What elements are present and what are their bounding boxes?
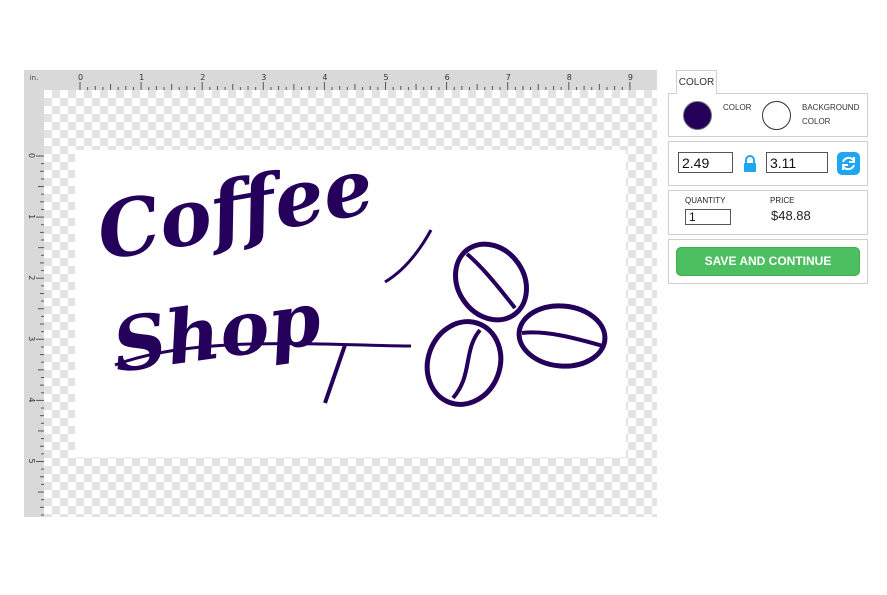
ruler-label: 5: [384, 73, 389, 82]
coffee-bean-icon: [516, 303, 608, 369]
ruler-label: 4: [322, 73, 327, 82]
ruler-label: 1: [139, 73, 144, 82]
ruler-label: 9: [628, 73, 633, 82]
vertical-ruler: 0 1 2 3 4 5: [24, 90, 44, 517]
coffee-swash: [384, 229, 433, 284]
refresh-icon: [842, 156, 855, 171]
background-color-swatch[interactable]: [762, 101, 791, 130]
save-and-continue-button[interactable]: SAVE AND CONTINUE: [676, 247, 860, 276]
ruler-label: 1: [27, 214, 36, 219]
color-swatch[interactable]: [683, 101, 712, 130]
design-workspace: in. 0 1 2 3 4 5 6 7 8 9 0 1 2 3 4 5 Coffee Shop: [24, 70, 657, 517]
quantity-input[interactable]: [685, 209, 731, 225]
price-value: $48.88: [771, 208, 811, 223]
tab-color[interactable]: COLOR: [676, 70, 717, 94]
ruler-label: 7: [506, 73, 511, 82]
horizontal-ruler: 0 1 2 3 4 5 6 7 8 9: [44, 70, 657, 90]
lock-icon[interactable]: [743, 155, 757, 173]
ruler-unit-label: in.: [24, 70, 44, 90]
quantity-label: QUANTITY: [685, 196, 726, 205]
price-label: PRICE: [770, 196, 795, 205]
ruler-label: 0: [78, 73, 83, 82]
background-color-label: BACKGROUND COLOR: [802, 103, 860, 126]
ruler-label: 3: [27, 336, 36, 341]
quantity-price: QUANTITY PRICE $48.88: [668, 190, 868, 235]
color-options: COLOR BACKGROUND COLOR: [668, 93, 868, 137]
ruler-label: 4: [27, 397, 36, 402]
artwork-text-shop: Shop: [108, 276, 326, 390]
ruler-label: 3: [261, 73, 266, 82]
artboard[interactable]: Coffee Shop: [75, 150, 626, 457]
size-options: [668, 141, 868, 186]
artwork-text-coffee: Coffee: [90, 150, 379, 279]
transparent-canvas: Coffee Shop: [44, 90, 657, 517]
shop-tail: [323, 344, 347, 404]
height-input[interactable]: [766, 152, 828, 173]
ruler-label: 2: [27, 275, 36, 280]
coffee-shop-artwork[interactable]: Coffee Shop: [75, 150, 626, 457]
coffee-bean-icon: [424, 319, 504, 407]
swap-dimensions-button[interactable]: [837, 152, 860, 175]
ruler-label: 0: [27, 153, 36, 158]
ruler-label: 6: [445, 73, 450, 82]
ruler-label: 2: [200, 73, 205, 82]
color-label: COLOR: [723, 103, 752, 112]
ruler-label: 5: [27, 459, 36, 464]
save-section: SAVE AND CONTINUE: [668, 239, 868, 284]
width-input[interactable]: [678, 152, 733, 173]
ruler-label: 8: [567, 73, 572, 82]
